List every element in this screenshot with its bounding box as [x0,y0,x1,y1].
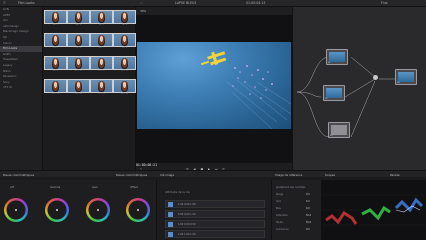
node-03[interactable]: 03 [328,122,350,138]
property-row[interactable]: Saturation 50.0 [276,214,311,217]
key-row[interactable]: 0.50 0.00 1.00 [165,210,265,218]
particles [232,65,273,99]
tab-keyframes[interactable]: Clé image [160,173,174,177]
lut-thumbnail[interactable]: LUT 15 [90,79,113,96]
tab-color-wheels-2[interactable]: Roues colorimétriques [116,173,147,177]
mixer-node[interactable] [373,75,378,80]
zoom-level[interactable]: 30% [140,9,146,13]
viewer-header: 30% [136,7,292,15]
wheel-label-gamma: Gamma [50,186,61,189]
top-bar: Film Looks LAPSE BLEU3 01:00:04:13 Flux … [0,0,426,7]
parade-waveform [322,194,426,226]
clip-name: LAPSE BLEU3 [175,1,197,5]
property-row[interactable]: Ajustement des contrôles [276,186,305,189]
lut-thumbnail[interactable]: LUT 2 [67,10,90,27]
lut-thumbnail[interactable]: LUT 8 [113,33,136,50]
node-connections [296,56,397,138]
viewer-mode-icon[interactable]: ▭ [140,1,143,5]
airplane-icon [200,51,227,66]
wheel-gain[interactable] [86,198,110,222]
lut-thumbnail[interactable]: LUT 10 [67,56,90,73]
lut-thumbnail[interactable]: LUT 5 [44,33,67,50]
lut-thumbnail[interactable]: LUT 12 [113,56,136,73]
wheel-label-gain: Gain [92,186,98,189]
lut-folder-item[interactable]: VFX IO [0,85,42,91]
property-row[interactable]: Vert 0.0 [276,200,310,203]
wheel-label-lift: Lift [10,186,15,189]
tab-reference[interactable]: Image de référence [275,173,302,177]
lut-folder-list: LUTs ACES Arri Astrodesign Blackmagic Design… [0,7,43,170]
wheel-label-offset: Offset [130,186,138,189]
top-timecode: 01:00:04:13 [246,1,266,5]
lut-thumbnail[interactable]: LUT 7 [90,33,113,50]
node-01[interactable]: 01 [326,49,348,65]
property-row[interactable]: Bleu 0.0 [276,207,310,210]
wheel-gamma[interactable] [45,198,69,222]
wheel-offset[interactable] [126,198,150,222]
color-wheels-panel: Lift Gamma Gain Offset [0,180,157,240]
key-row[interactable]: 1.00 0.00 1.00 [165,200,265,208]
viewer-frame[interactable] [137,42,291,129]
tab-parade[interactable]: Parade [390,173,400,177]
lut-thumbnail[interactable]: LUT 14 [67,79,90,96]
lut-thumbnail[interactable]: LUT 16 [113,79,136,96]
property-row[interactable]: Luminance 0.0 [276,228,310,231]
key-row[interactable]: 1.00 1.00 1.00 [165,230,265,238]
lut-thumbnail[interactable]: LUT 1 [44,10,67,27]
lut-thumbnail[interactable]: LUT 3 [90,10,113,27]
lut-thumbnail[interactable]: LUT 9 [44,56,67,73]
tab-color-wheels[interactable]: Roues colorimétriques [3,173,34,177]
parade-scope [322,180,426,240]
keyframe-panel: Attributs de la clé 1.00 0.00 1.00 0.50 … [157,180,272,240]
wheel-lift[interactable] [4,198,28,222]
key-row[interactable]: 1.00 0.00 0.50 [165,220,265,228]
key-header: Attributs de la clé [165,190,190,194]
lut-thumbnail[interactable]: LUT 6 [67,33,90,50]
lut-thumbnail[interactable]: LUT 4 [113,10,136,27]
node-04[interactable]: 04 [395,69,417,85]
lut-panel-title: Film Looks [18,1,35,5]
lut-gallery: LUT 1 LUT 2 LUT 3 LUT 4 LUT 5 LUT 6 LUT 7 LUT 8… [43,7,136,170]
bottom-tab-bar: Roues colorimétriques Roues colorimétriq… [0,170,426,177]
tab-scopes[interactable]: Scopes [325,173,335,177]
scene-image [200,51,291,129]
menu-icon[interactable]: ☰ [3,1,6,5]
properties-panel: Ajustement des contrôles Rouge 0.0 Vert 0.0 B… [272,180,322,240]
property-row[interactable]: Rouge 0.0 [276,193,310,196]
node-02[interactable]: 02 [323,85,345,101]
lut-thumbnail[interactable]: LUT 13 [44,79,67,96]
nodes-title: Flux [381,1,388,5]
property-row[interactable]: Teinte 50.0 [276,221,311,224]
lut-thumbnail[interactable]: LUT 11 [90,56,113,73]
node-graph: 01 02 03 04 [292,7,426,175]
